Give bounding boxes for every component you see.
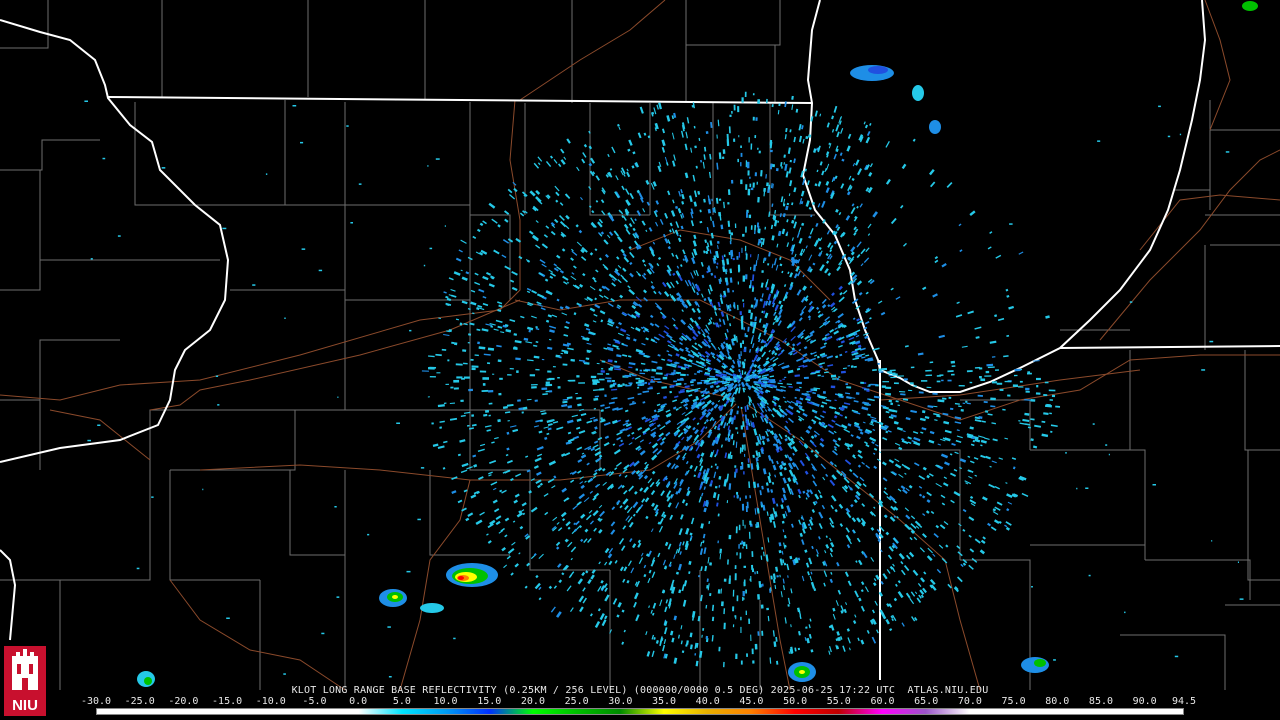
resolution: (0.25KM / 256 LEVEL) (503, 685, 628, 696)
radar-site-dot (735, 393, 749, 407)
colorbar-tick-label: 35.0 (651, 696, 677, 707)
colorbar-tick-label: 80.0 (1045, 696, 1070, 707)
reflectivity-colorbar (96, 708, 1184, 715)
colorbar-tick-label: -30.0 (80, 696, 112, 707)
colorbar-tick-label: 30.0 (608, 696, 633, 707)
colorbar-tick-label: -25.0 (124, 696, 155, 707)
colorbar-tick-label: 70.0 (957, 696, 982, 707)
timestamp: 2025-06-25 17:22 UTC (770, 685, 896, 696)
colorbar-tick-label: 15.0 (477, 696, 502, 707)
product-name: LONG RANGE BASE REFLECTIVITY (322, 685, 497, 696)
colorbar-ticks: -30.0 -25.0 -20.0 -15.0 -10.0 -5.0 0.0 5.0 10.0 1… (81, 696, 1197, 707)
colorbar-tick-label: 40.0 (695, 696, 720, 707)
colorbar-tick-label: 0.0 (349, 696, 368, 707)
colorbar-tick-label: 55.0 (826, 696, 851, 707)
niu-logo: NIU (4, 646, 46, 716)
colorbar-tick-label: 50.0 (783, 696, 808, 707)
niu-logo-text: NIU (12, 697, 38, 714)
colorbar-tick-label: -15.0 (212, 696, 243, 707)
colorbar-tick-label: -20.0 (168, 696, 199, 707)
colorbar-tick-label: 65.0 (914, 696, 939, 707)
colorbar-tick-label: 85.0 (1088, 696, 1114, 707)
colorbar-tick-label: 60.0 (870, 696, 895, 707)
colorbar-tick-label: 25.0 (564, 696, 589, 707)
colorbar-tick-label: -5.0 (302, 696, 327, 707)
colorbar-tick-label: 45.0 (739, 696, 764, 707)
storm-cell-southeast (1021, 657, 1049, 673)
radar-site: KLOT (291, 685, 317, 696)
colorbar-tick-label: 20.0 (520, 696, 545, 707)
colorbar-tick-label: 90.0 (1132, 696, 1157, 707)
volume-info: (000000/0000 (633, 685, 709, 696)
radar-map (0, 0, 1280, 720)
colorbar-tick-label: 75.0 (1001, 696, 1026, 707)
colorbar-tick-label: 94.5 (1171, 696, 1197, 707)
colorbar-tick-label: 10.0 (433, 696, 458, 707)
storm-cell-south (788, 662, 816, 682)
source-url: ATLAS.NIU.EDU (907, 685, 989, 696)
colorbar-tick-label: -10.0 (255, 696, 286, 707)
storm-cell-southwest (446, 563, 498, 587)
tilt-angle: 0.5 DEG) (714, 685, 765, 696)
colorbar-tick-label: 5.0 (392, 696, 411, 707)
